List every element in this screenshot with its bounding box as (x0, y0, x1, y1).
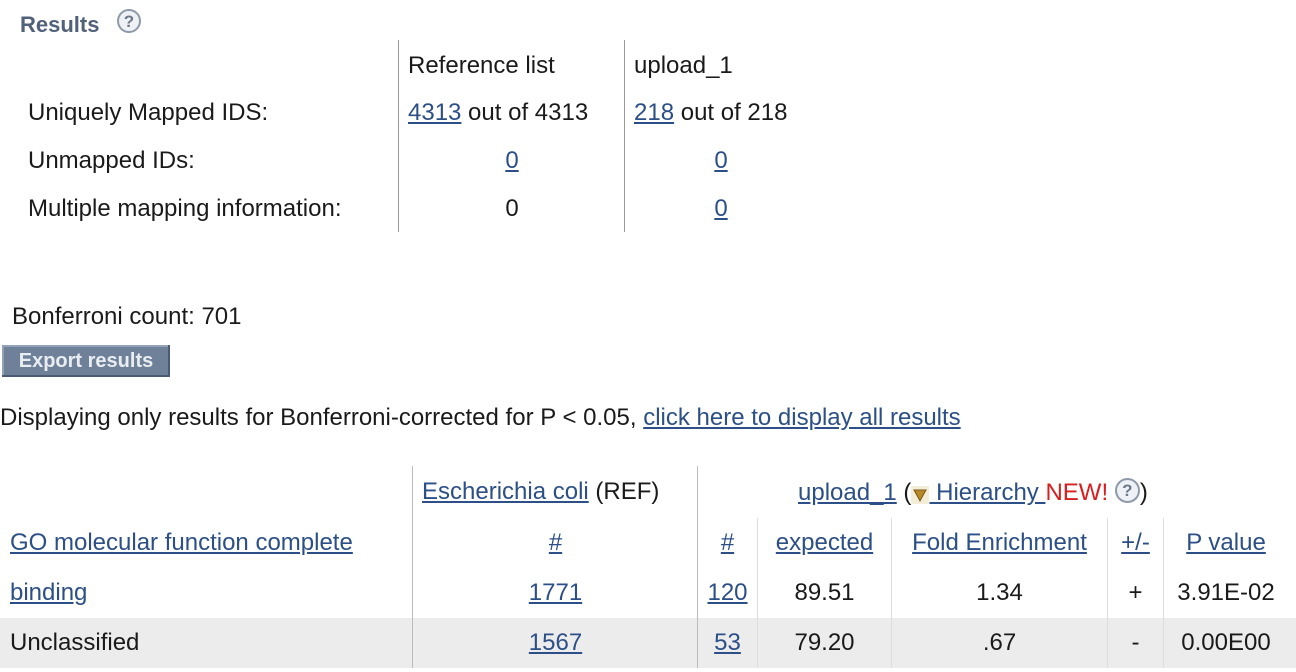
column-divider (412, 466, 413, 668)
unmapped-ref-link[interactable]: 0 (505, 147, 518, 174)
fold-enrichment-value: 1.34 (976, 579, 1023, 606)
export-results-button[interactable]: Export results (2, 345, 170, 377)
sign-value: - (1131, 629, 1140, 656)
reference-species-link[interactable]: Escherichia coli (422, 478, 589, 505)
upload-header: upload_1 ( Hierarchy NEW! ?) (798, 478, 1148, 506)
uniquely-mapped-upload-link[interactable]: 218 (634, 99, 674, 126)
fold-enrichment-value: .67 (982, 629, 1017, 656)
uniquely-mapped-upload-text: out of 218 (674, 99, 788, 126)
new-badge: NEW! (1045, 479, 1109, 506)
bonferroni-count: Bonferroni count: 701 (12, 303, 242, 330)
column-divider (624, 40, 625, 232)
sign-value: + (1128, 579, 1143, 606)
results-heading: Results (20, 12, 100, 37)
uniquely-mapped-ref-link[interactable]: 4313 (408, 99, 461, 126)
mapping-ref-value: 4313 out of 4313 (408, 98, 588, 128)
pvalue-value: 0.00E00 (1181, 629, 1271, 656)
mapping-row-label: Uniquely Mapped IDS: (28, 99, 269, 126)
multiple-mapping-upload-link[interactable]: 0 (714, 195, 727, 222)
ref-count-header-link[interactable]: # (549, 529, 562, 556)
pvalue-header-link[interactable]: P value (1186, 529, 1266, 556)
help-icon[interactable]: ? (117, 9, 141, 33)
sign-header-link[interactable]: +/- (1121, 529, 1150, 556)
upload-link[interactable]: upload_1 (798, 479, 897, 506)
expected-header-link[interactable]: expected (776, 529, 873, 556)
hierarchy-link[interactable]: Hierarchy (929, 479, 1045, 506)
multiple-mapping-ref-value: 0 (505, 195, 519, 222)
mapping-header-upload: upload_1 (634, 52, 733, 79)
hierarchy-triangle-icon (911, 482, 930, 504)
column-divider (398, 40, 399, 232)
ref-count-link[interactable]: 1567 (529, 629, 582, 656)
ref-count-link[interactable]: 1771 (529, 579, 582, 606)
display-all-results-link[interactable]: click here to display all results (643, 404, 960, 431)
mapping-header-reference: Reference list (408, 52, 555, 79)
expected-value: 79.20 (794, 629, 855, 656)
table-row: binding (10, 578, 87, 608)
category-header-link[interactable]: GO molecular function complete (10, 529, 353, 556)
upload-count-link[interactable]: 120 (707, 579, 747, 606)
uniquely-mapped-ref-text: out of 4313 (461, 99, 589, 126)
expected-value: 89.51 (794, 579, 855, 606)
display-filter-text: Displaying only results for Bonferroni-c… (0, 404, 644, 431)
fold-enrichment-header-link[interactable]: Fold Enrichment (912, 529, 1087, 556)
category-link[interactable]: binding (10, 579, 87, 606)
mapping-row-label: Unmapped IDs: (28, 147, 195, 174)
display-filter-line: Displaying only results for Bonferroni-c… (0, 404, 961, 432)
upload-count-header-link[interactable]: # (721, 529, 734, 556)
reference-species-header: Escherichia coli (REF) (422, 478, 660, 505)
unmapped-upload-link[interactable]: 0 (714, 147, 727, 174)
mapping-row-label: Multiple mapping information: (28, 195, 342, 222)
mapping-up-value: 218 out of 218 (634, 98, 787, 128)
upload-count-link[interactable]: 53 (714, 629, 741, 656)
category-label: Unclassified (10, 629, 140, 656)
pvalue-value: 3.91E-02 (1177, 579, 1275, 606)
help-icon[interactable]: ? (1114, 478, 1140, 504)
